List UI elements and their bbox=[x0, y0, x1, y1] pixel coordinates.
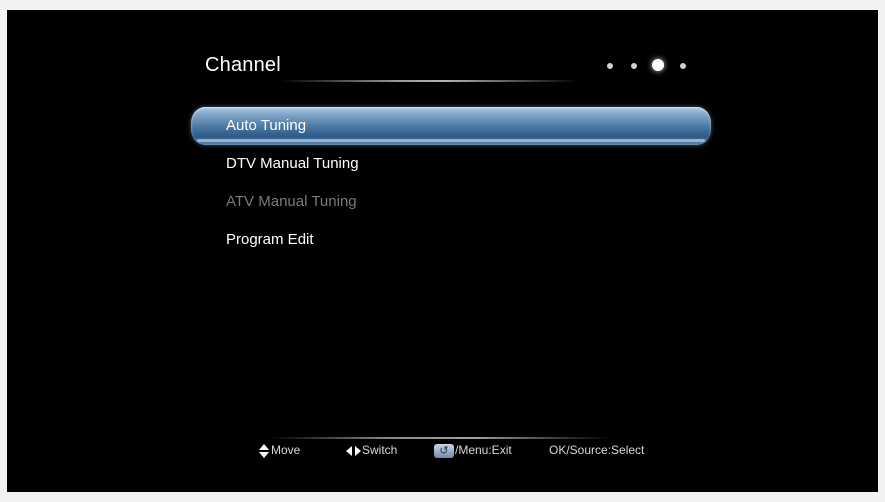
page-dot-1 bbox=[607, 63, 613, 69]
menu-item-auto-tuning[interactable]: Auto Tuning bbox=[191, 107, 711, 145]
page-dot-4 bbox=[680, 63, 686, 69]
back-return-icon: ↺ bbox=[434, 443, 454, 458]
hint-move-label: Move bbox=[271, 443, 301, 457]
hint-exit: ↺/Menu:Exit bbox=[434, 440, 512, 460]
menu-item-atv-manual-tuning: ATV Manual Tuning bbox=[191, 183, 711, 221]
menu-item-label: Program Edit bbox=[226, 231, 314, 248]
page-dot-2 bbox=[631, 63, 637, 69]
menu-item-label: DTV Manual Tuning bbox=[226, 155, 359, 172]
title-underline bbox=[279, 80, 579, 82]
hint-select-label: OK/Source:Select bbox=[549, 443, 645, 457]
page-dot-3-active bbox=[652, 59, 664, 71]
footer-divider bbox=[269, 437, 609, 439]
page-title: Channel bbox=[205, 54, 281, 76]
channel-menu: Auto Tuning DTV Manual Tuning ATV Manual… bbox=[191, 107, 711, 259]
left-right-arrows-icon bbox=[346, 445, 361, 456]
hint-exit-label: /Menu:Exit bbox=[455, 443, 512, 457]
menu-item-label: Auto Tuning bbox=[226, 117, 307, 134]
page-indicator bbox=[605, 58, 695, 74]
menu-item-dtv-manual-tuning[interactable]: DTV Manual Tuning bbox=[191, 145, 711, 183]
menu-item-label: ATV Manual Tuning bbox=[226, 193, 357, 210]
hint-move: Move bbox=[259, 440, 300, 460]
menu-item-program-edit[interactable]: Program Edit bbox=[191, 221, 711, 259]
up-down-arrows-icon bbox=[259, 443, 269, 458]
tv-menu-screen: Channel Auto Tuning DTV Manual Tuning AT… bbox=[7, 10, 878, 492]
hint-switch: Switch bbox=[346, 440, 397, 460]
hint-select: OK/Source:Select bbox=[549, 440, 644, 460]
hint-switch-label: Switch bbox=[362, 443, 398, 457]
